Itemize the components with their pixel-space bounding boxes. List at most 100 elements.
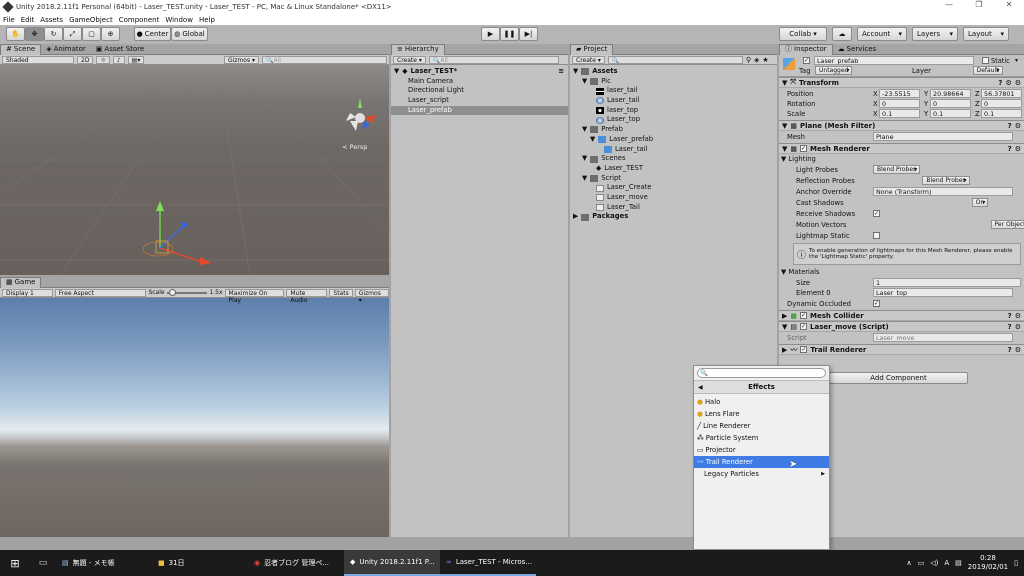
rotation-y-field[interactable]: 0 <box>930 99 971 108</box>
folder-pic[interactable]: ▼ Pic <box>570 77 777 87</box>
component-gear-icon[interactable]: ⚙ <box>1015 145 1021 153</box>
element0-field[interactable]: Laser_top <box>873 288 1013 297</box>
receive-shadows-checkbox[interactable]: ✓ <box>873 210 880 217</box>
network-icon[interactable]: ▭ <box>918 559 925 567</box>
menu-window[interactable]: Window <box>165 16 193 24</box>
account-button[interactable]: Account ▾ <box>857 27 907 41</box>
tab-services[interactable]: ☁ Services <box>833 44 882 55</box>
asset-item[interactable]: laser_top <box>570 106 777 116</box>
asset-item[interactable]: Laser_tail <box>570 145 777 155</box>
filter-type-icon[interactable]: ⚲ <box>746 56 751 64</box>
menu-item-halo[interactable]: ● Halo <box>694 396 829 408</box>
mesh-collider-header[interactable]: ▶ ■ ✓ Mesh Collider? ⚙ <box>779 310 1024 321</box>
menu-item-particle-system[interactable]: ⁂ Particle System <box>694 432 829 444</box>
scene-gizmos-dropdown[interactable]: Gizmos ▾ <box>223 55 259 64</box>
help-icon[interactable]: ? <box>1008 122 1012 130</box>
game-gizmos-dropdown[interactable]: Gizmos ▾ <box>354 288 389 304</box>
collab-button[interactable]: Collab ▾ <box>779 27 827 41</box>
audio-toggle-icon[interactable]: ♪ <box>112 55 125 64</box>
layers-button[interactable]: Layers ▾ <box>912 27 958 41</box>
help-icon[interactable]: ? <box>1008 145 1012 153</box>
scale-slider[interactable] <box>166 288 208 296</box>
taskbar-chrome[interactable]: ◉ 忍者ブログ 管理ペ... <box>248 550 344 576</box>
taskbar-visual-studio[interactable]: ∞ Laser_TEST - Micros... <box>440 550 536 576</box>
scale-y-field[interactable]: 0.1 <box>930 109 971 118</box>
hierarchy-item[interactable]: Directional Light <box>391 86 568 96</box>
menu-assets[interactable]: Assets <box>40 16 63 24</box>
maximize-button[interactable]: ❐ <box>964 0 994 9</box>
display-dropdown[interactable]: Display 1 <box>2 288 53 297</box>
folder-assets[interactable]: ▼ Assets <box>570 67 777 77</box>
position-y-field[interactable]: 20.98664 <box>930 89 971 98</box>
position-x-field[interactable]: -23.5515 <box>879 89 920 98</box>
transform-header[interactable]: ▼ ⤧ Transform? ⚙ ⚙ <box>779 77 1024 88</box>
hand-tool-button[interactable]: ✋ <box>6 27 25 41</box>
active-checkbox[interactable]: ✓ <box>803 57 810 64</box>
materials-size-field[interactable]: 1 <box>873 278 1021 287</box>
menu-file[interactable]: File <box>3 16 15 24</box>
rect-tool-button[interactable]: ▢ <box>82 27 101 41</box>
reflection-probes-dropdown[interactable]: Blend Probes <box>922 176 970 185</box>
tab-animator[interactable]: ◈ Animator <box>41 44 91 55</box>
hierarchy-item[interactable]: Laser_script <box>391 96 568 106</box>
folder-scenes[interactable]: ▼ Scenes <box>570 154 777 164</box>
component-gear-icon[interactable]: ⚙ <box>1015 79 1021 87</box>
project-create-button[interactable]: Create ▾ <box>572 55 605 64</box>
keyboard-icon[interactable]: ▤ <box>955 559 962 567</box>
scale-tool-button[interactable]: ⤢ <box>63 27 82 41</box>
minimize-button[interactable]: — <box>934 0 964 9</box>
pause-button[interactable]: ❚❚ <box>500 27 519 41</box>
tab-asset-store[interactable]: ▣ Asset Store <box>91 44 150 55</box>
back-arrow-icon[interactable]: ◀ <box>698 384 703 391</box>
position-z-field[interactable]: 56.37801 <box>981 89 1022 98</box>
hierarchy-create-button[interactable]: Create ▾ <box>393 55 426 64</box>
volume-icon[interactable]: ◁) <box>930 559 938 567</box>
asset-item[interactable]: ▼ Laser_prefab <box>570 135 777 145</box>
taskbar-unity[interactable]: ◆ Unity 2018.2.11f1 P... <box>344 550 440 576</box>
taskbar-notepad[interactable]: ▤ 無題 - メモ帳 <box>56 550 152 576</box>
tab-inspector[interactable]: ⓘ Inspector <box>779 44 833 55</box>
rotate-tool-button[interactable]: ↻ <box>44 27 63 41</box>
cast-shadows-dropdown[interactable]: On <box>971 198 989 207</box>
pivot-center-button[interactable]: ● Center <box>134 27 171 41</box>
mesh-field[interactable]: Plane <box>873 132 1013 141</box>
static-dropdown-icon[interactable]: ▾ <box>1015 57 1018 64</box>
windows-start-icon[interactable]: ⊞ <box>0 557 30 570</box>
mesh-filter-header[interactable]: ▼ ▦ Plane (Mesh Filter)? ⚙ <box>779 120 1024 131</box>
tab-scene[interactable]: # Scene <box>0 43 42 55</box>
aspect-dropdown[interactable]: Free Aspect <box>54 288 147 297</box>
rotation-z-field[interactable]: 0 <box>981 99 1022 108</box>
taskbar-explorer[interactable]: ■ 31日 <box>152 550 248 576</box>
component-gear-icon[interactable]: ⚙ <box>1015 323 1021 331</box>
scene-search-input[interactable]: 🔍All <box>262 55 387 64</box>
filter-label-icon[interactable]: ◈ <box>754 56 759 64</box>
menu-item-projector[interactable]: ▭ Projector <box>694 444 829 456</box>
menu-edit[interactable]: Edit <box>21 16 35 24</box>
hierarchy-search-input[interactable]: 🔍All <box>428 55 559 64</box>
close-button[interactable]: ✕ <box>994 0 1024 9</box>
trail-renderer-enabled-checkbox[interactable]: ✓ <box>800 346 808 353</box>
mute-audio-toggle[interactable]: Mute Audio <box>286 288 328 304</box>
layer-dropdown[interactable]: Default <box>972 66 1003 75</box>
scene-persp-label[interactable]: < Persp <box>342 143 367 151</box>
asset-item[interactable]: Laser_top <box>570 115 777 125</box>
pivot-global-button[interactable]: ◍ Global <box>171 27 208 41</box>
menu-help[interactable]: Help <box>199 16 215 24</box>
game-viewport[interactable] <box>0 298 389 537</box>
help-icon[interactable]: ? <box>1008 323 1012 331</box>
scene-viewport[interactable]: < Persp <box>0 65 389 275</box>
asset-item[interactable]: Laser_tail <box>570 96 777 106</box>
folder-script[interactable]: ▼ Script <box>570 174 777 184</box>
laser-move-enabled-checkbox[interactable]: ✓ <box>800 323 808 330</box>
dynamic-occluded-checkbox[interactable]: ✓ <box>873 300 880 307</box>
effects-toggle-icon[interactable]: ▤▾ <box>127 55 145 64</box>
component-gear-icon[interactable]: ⚙ <box>1015 346 1021 354</box>
materials-foldout[interactable]: ▼ Materials <box>781 268 820 276</box>
asset-item[interactable]: Laser_move <box>570 193 777 203</box>
folder-packages[interactable]: ▶ Packages <box>570 212 777 222</box>
trail-renderer-header[interactable]: ▶ 〰 ✓ Trail Renderer? ⚙ <box>779 344 1024 355</box>
scene-orientation-gizmo[interactable] <box>346 98 376 131</box>
add-component-button[interactable]: Add Component <box>829 372 968 384</box>
clock[interactable]: 0:28 2019/02/01 <box>968 554 1008 572</box>
shading-dropdown[interactable]: Shaded <box>2 55 74 64</box>
